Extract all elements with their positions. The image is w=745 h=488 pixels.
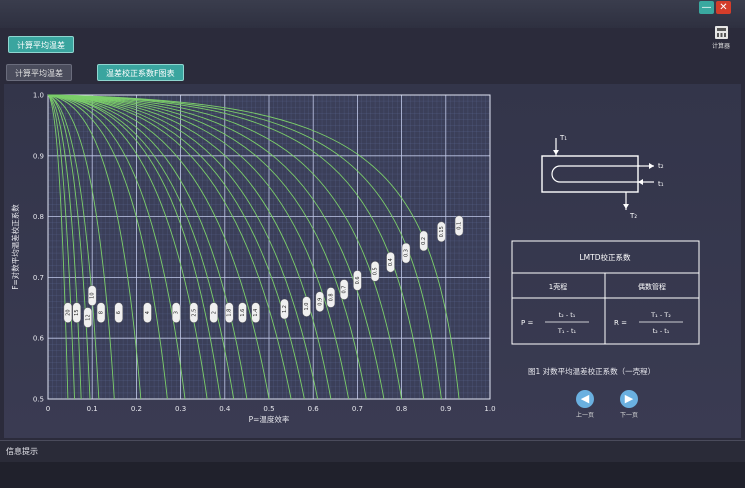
y-tick-label: 0.7 [33,274,44,282]
r-value-label: 2 [211,311,217,314]
figure-caption: 图1 对数平均温差校正系数（一壳程） [528,367,656,376]
y-tick-label: 0.6 [33,335,45,343]
close-button[interactable]: ✕ [716,1,731,14]
prev-page-button[interactable]: ◀ 上一页 [572,390,598,419]
r-value-label: 12 [85,314,91,320]
r-value-label: 0.8 [328,293,334,301]
shell-outline [541,155,639,193]
r-value-label: 8 [99,311,105,314]
r-value-label: 15 [74,309,80,315]
p-formula-denominator: T₁ - t₁ [557,327,577,335]
y-tick-label: 0.5 [33,396,44,404]
next-page-label: 下一页 [619,412,638,419]
x-axis-label: P=温度效率 [249,414,290,424]
x-tick-label: 0.8 [396,405,407,413]
tube-inlet-arrow-icon [638,179,643,185]
r-value-label: 1.4 [253,309,259,317]
r-value-label: 0.9 [317,298,323,306]
tube-outlet-arrow-icon [649,163,654,169]
tab-compute-average-temp-diff[interactable]: 计算平均温差 [6,64,72,81]
x-tick-label: 0.3 [175,405,186,413]
info-bar: 信息提示 [0,440,745,462]
tube-bundle [551,165,640,183]
r-value-label: 0.1 [457,222,463,230]
x-tick-label: 0 [46,405,50,413]
p-formula-numerator: t₂ - t₁ [559,311,576,319]
tab-correction-factor-chart[interactable]: 温差校正系数F图表 [97,64,184,81]
x-tick-label: 0.1 [87,405,98,413]
next-page-button[interactable]: ▶ 下一页 [616,390,642,419]
y-axis-label: F=对数平均温差校正系数 [10,204,20,290]
bottom-bar [0,462,745,488]
r-value-label: 1.2 [282,305,288,313]
outlet-arrow-icon [623,204,629,209]
r-value-label: 4 [145,311,151,314]
x-tick-label: 0.6 [308,405,320,413]
label-t1: t₁ [658,180,664,188]
table-title: LMTD校正系数 [579,252,631,262]
inlet-arrow-icon [553,150,559,155]
r-value-label: 0.3 [404,249,410,257]
r-formula-numerator: T₁ - T₂ [650,311,671,319]
r-value-label: 0.15 [439,226,445,237]
heat-exchanger-diagram: T₁ t₂ t₁ T₂ [541,134,664,220]
y-tick-label: 0.9 [33,152,44,160]
p-formula-label: P = [521,319,533,327]
calculator-icon [714,26,728,39]
calculator-button[interactable]: 计算器 [705,26,737,50]
r-value-label: 1.0 [304,303,310,311]
prev-page-label: 上一页 [575,412,594,419]
lmtd-table: LMTD校正系数 1壳程 偶数管程 P = t₂ - t₁ T₁ - t₁ R … [511,240,700,345]
minimize-button[interactable]: — [699,1,714,14]
x-tick-label: 0.4 [219,405,231,413]
arrow-left-icon: ◀ [576,390,594,408]
r-value-label: 0.6 [355,276,361,284]
calculator-label: 计算器 [711,43,730,50]
r-value-label: 0.7 [342,286,348,294]
compute-average-temp-diff-button[interactable]: 计算平均温差 [8,36,74,53]
r-value-label: 2.5 [191,309,197,317]
r-value-label: 3 [174,311,180,314]
r-formula-denominator: t₂ - t₁ [653,327,670,335]
title-bar [0,0,745,28]
label-t2: t₂ [658,162,664,170]
x-tick-label: 0.7 [352,405,363,413]
table-col2-header: 偶数管程 [638,282,666,291]
r-value-label: 10 [90,292,96,298]
r-value-label: 0.2 [421,237,427,245]
x-tick-label: 0.9 [440,405,451,413]
r-value-label: 6 [116,311,122,314]
arrow-right-icon: ▶ [620,390,638,408]
info-label: 信息提示 [6,447,38,456]
r-value-label: 0.5 [373,267,379,275]
label-T1: T₁ [559,134,567,142]
x-tick-label: 0.5 [263,405,274,413]
r-formula-label: R = [614,319,627,327]
r-value-label: 20 [65,309,71,315]
y-tick-label: 0.8 [33,213,44,221]
r-value-label: 1.6 [240,309,246,317]
table-col1-header: 1壳程 [549,282,567,291]
y-tick-label: 1.0 [33,92,44,100]
label-T2: T₂ [629,212,637,220]
r-value-label: 1.8 [227,309,233,317]
x-tick-label: 1.0 [484,405,495,413]
correction-factor-chart: 20 15 12 10 8 6 4 3 2.5 2 1.8 1.6 1.4 1.2 1.0 0.9 0.8 0.7… [10,92,496,425]
r-value-label: 0.4 [388,258,394,266]
x-tick-label: 0.2 [131,405,142,413]
